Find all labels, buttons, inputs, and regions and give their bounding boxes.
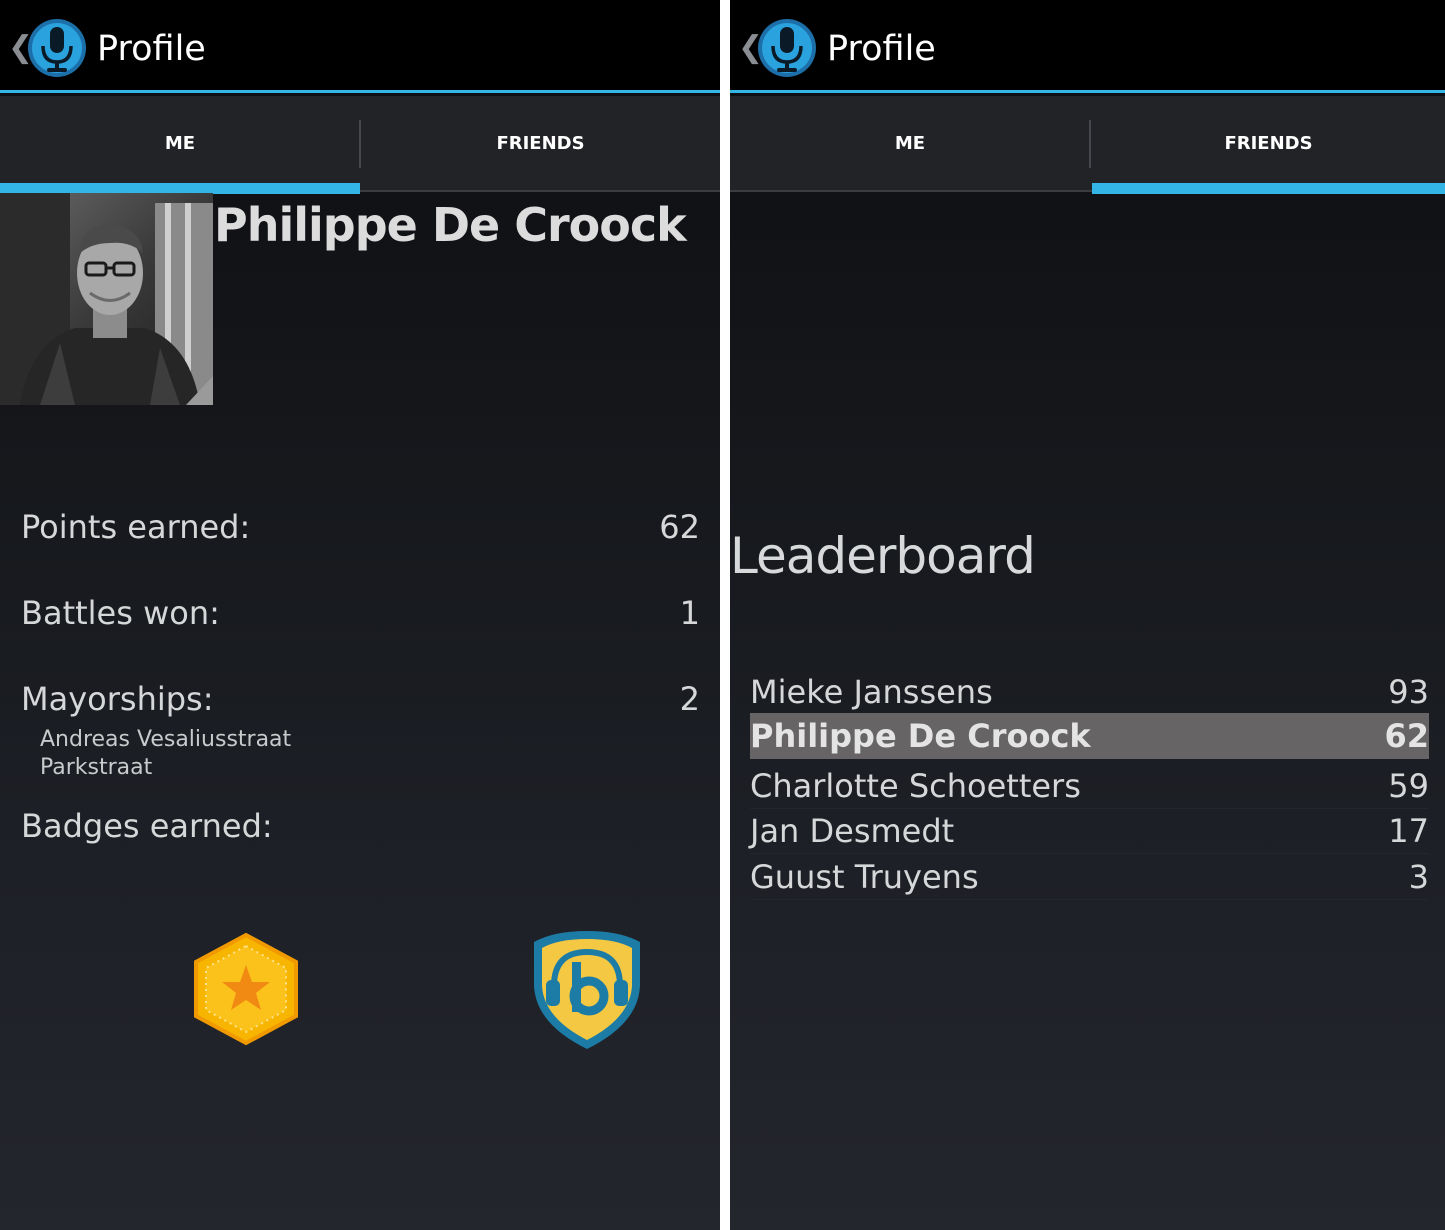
tab-me-label: ME — [164, 133, 196, 154]
leaderboard-row[interactable]: Guust Truyens 3 — [750, 854, 1429, 900]
tab-friends-label: FRIENDS — [1224, 133, 1313, 154]
profile-name: Philippe De Croock — [214, 198, 687, 252]
action-bar: ❮ Profile — [730, 0, 1445, 93]
star-hexagon-badge-icon[interactable] — [190, 932, 302, 1046]
tab-bar: ME FRIENDS — [0, 96, 720, 194]
mayorship-item: Parkstraat — [40, 755, 153, 780]
leaderboard-name: Jan Desmedt — [750, 812, 955, 850]
leaderboard-name: Mieke Janssens — [750, 673, 993, 711]
profile-friends-screen: ❮ Profile ME FRIENDS Leaderboard Mieke J… — [730, 0, 1445, 1230]
page-title: Profile — [827, 29, 936, 69]
tab-friends[interactable]: FRIENDS — [1092, 96, 1445, 194]
leaderboard-score: 93 — [1388, 673, 1429, 711]
leaderboard-score: 17 — [1388, 812, 1429, 850]
battles-won-label: Battles won: — [21, 594, 220, 632]
tab-divider — [1089, 120, 1091, 168]
leaderboard-score: 3 — [1408, 858, 1429, 896]
microphone-icon[interactable] — [27, 18, 87, 78]
tab-bar: ME FRIENDS — [730, 96, 1445, 194]
tab-me[interactable]: ME — [0, 96, 360, 194]
action-bar: ❮ Profile — [0, 0, 720, 93]
leaderboard-name: Guust Truyens — [750, 858, 979, 896]
microphone-icon[interactable] — [757, 18, 817, 78]
points-earned-label: Points earned: — [21, 508, 251, 546]
b-headphones-shield-badge-icon[interactable] — [530, 928, 644, 1052]
tab-me[interactable]: ME — [730, 96, 1090, 192]
tab-friends[interactable]: FRIENDS — [361, 96, 720, 192]
badges-earned-label: Badges earned: — [21, 807, 273, 845]
avatar[interactable] — [0, 193, 213, 405]
mayorships-value: 2 — [679, 680, 700, 718]
leaderboard-name: Charlotte Schoetters — [750, 767, 1081, 805]
leaderboard-title: Leaderboard — [730, 527, 1036, 585]
leaderboard-row[interactable]: Mieke Janssens 93 — [750, 669, 1429, 715]
battles-won-value: 1 — [679, 594, 700, 632]
leaderboard-row[interactable]: Jan Desmedt 17 — [750, 808, 1429, 854]
tab-me-label: ME — [894, 133, 926, 154]
tab-selected-indicator — [1092, 183, 1445, 194]
tab-friends-label: FRIENDS — [496, 133, 585, 154]
leaderboard-row[interactable]: Charlotte Schoetters 59 — [750, 763, 1429, 809]
leaderboard-score: 59 — [1388, 767, 1429, 805]
profile-me-screen: ❮ Profile ME FRIENDS Philippe De Croock … — [0, 0, 720, 1230]
mayorship-item: Andreas Vesaliusstraat — [40, 727, 292, 752]
leaderboard-row-current-user[interactable]: Philippe De Croock 62 — [750, 713, 1429, 759]
leaderboard-name: Philippe De Croock — [750, 717, 1091, 755]
points-earned-value: 62 — [659, 508, 700, 546]
page-title: Profile — [97, 29, 206, 69]
leaderboard-score: 62 — [1384, 717, 1429, 755]
mayorships-label: Mayorships: — [21, 680, 214, 718]
